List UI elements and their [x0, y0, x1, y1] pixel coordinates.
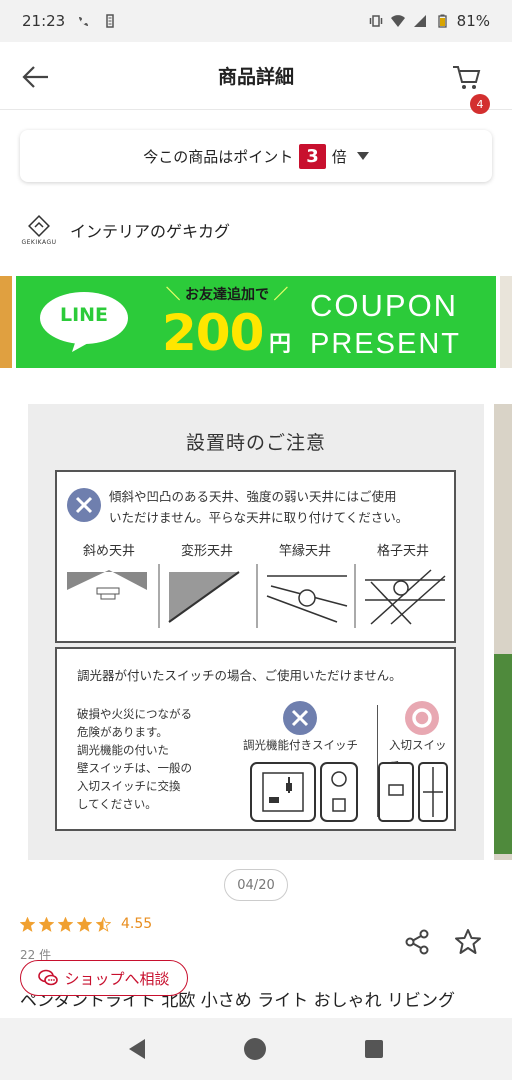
page-title: 商品詳細 [217, 66, 294, 88]
battery-icon [438, 14, 447, 28]
ceiling-type-label: 竿縁天井 [278, 544, 331, 559]
prev-banner-peek[interactable] [0, 276, 12, 368]
points-dropdown[interactable]: 今この商品はポイント 3 倍 [20, 130, 492, 182]
image-pager: 04/20 [224, 869, 288, 901]
next-image-peek[interactable] [494, 404, 512, 860]
ok-circle-icon [405, 701, 439, 735]
battery-percent: 81% [456, 12, 490, 30]
caret-down-icon [356, 152, 369, 160]
nav-home-icon[interactable] [243, 1038, 266, 1060]
system-nav-bar [0, 1018, 512, 1080]
switch-warning-panel: 調光器が付いたスイッチの場合、ご使用いただけません。 破損や火災につながる 危険… [55, 647, 456, 831]
share-icon[interactable] [402, 927, 432, 957]
cart-icon[interactable] [450, 60, 484, 94]
rating-star-icon [58, 916, 73, 932]
rating[interactable]: 4.55 [20, 916, 152, 932]
status-bar: 21:23 81% [0, 0, 512, 42]
points-multiplier: 3 [299, 143, 326, 169]
next-banner-peek[interactable] [500, 276, 512, 368]
coupon-currency: 円 [269, 332, 292, 357]
shop-name[interactable]: インテリアのゲキカグ [70, 218, 230, 242]
points-prefix: 今この商品はポイント [143, 147, 294, 166]
vibrate-icon [369, 15, 382, 27]
switches-illustration [250, 762, 448, 822]
status-time: 21:23 [22, 12, 66, 30]
banner-subtitle: ＼ お友達追加で ／ [166, 287, 288, 303]
notification-icon [106, 14, 114, 28]
ceiling-warning-panel: 傾斜や凹凸のある天井、強度の弱い天井にはご使用 いただけません。平らな天井に取り… [55, 470, 456, 643]
dimmer-switch-label: 調光機能付きスイッチ [243, 738, 358, 752]
back-arrow-icon[interactable] [18, 60, 52, 94]
shop-link[interactable]: GEKIKAGU インテリアのゲキカグ [20, 210, 230, 250]
wifi-call-icon [79, 17, 89, 26]
chat-bubble-icon [38, 969, 59, 986]
nav-back-icon[interactable] [129, 1039, 146, 1059]
ceiling-type-label: 格子天井 [376, 544, 429, 559]
switch-note: 破損や火災につながる 危険があります。 調光機能の付いた 壁スイッチは、一般の … [77, 707, 192, 811]
image-title: 設置時のご注意 [185, 432, 326, 454]
product-image[interactable]: 設置時のご注意 傾斜や凹凸のある天井、強度の弱い天井にはご使用 いただけません。… [28, 404, 484, 860]
coupon-word: COUPON [310, 288, 459, 323]
ceiling-type-label: 斜め天井 [82, 544, 135, 559]
rating-star-icon [39, 916, 54, 932]
shop-logo-text: GEKIKAGU [21, 238, 57, 246]
switch-warning-heading: 調光器が付いたスイッチの場合、ご使用いただけません。 [77, 668, 402, 683]
signal-icon [413, 15, 426, 27]
wifi-icon [390, 15, 405, 27]
shop-logo: GEKIKAGU [20, 210, 58, 250]
shop-logo-mark-icon [28, 214, 50, 237]
coupon-amount: 200 [162, 304, 264, 362]
app-header: 商品詳細 4 [0, 42, 512, 114]
rating-star-icon [77, 916, 92, 932]
rating-star-icon [20, 916, 35, 932]
line-logo-text: LINE [59, 304, 109, 326]
cart-count-badge: 4 [470, 94, 490, 114]
ceiling-warning-text: 傾斜や凹凸のある天井、強度の弱い天井にはご使用 いただけません。平らな天井に取り… [109, 489, 409, 525]
nav-recents-icon[interactable] [364, 1040, 383, 1058]
star-favorite-icon[interactable] [453, 927, 483, 957]
ng-cross-icon [283, 701, 317, 735]
ceiling-type-label: 変形天井 [180, 544, 233, 559]
points-suffix: 倍 [331, 147, 347, 166]
shop-consult-button[interactable]: ショップへ相談 [20, 960, 188, 996]
rating-star-icon [96, 916, 111, 932]
shop-consult-label: ショップへ相談 [64, 969, 170, 988]
rating-score: 4.55 [121, 916, 153, 932]
ng-cross-icon [67, 488, 101, 522]
present-word: PRESENT [310, 328, 461, 360]
ceiling-types-illustration [67, 564, 446, 628]
line-coupon-banner[interactable]: LINE ＼ お友達追加で ／ 200 円 COUPON PRESENT [16, 276, 496, 368]
